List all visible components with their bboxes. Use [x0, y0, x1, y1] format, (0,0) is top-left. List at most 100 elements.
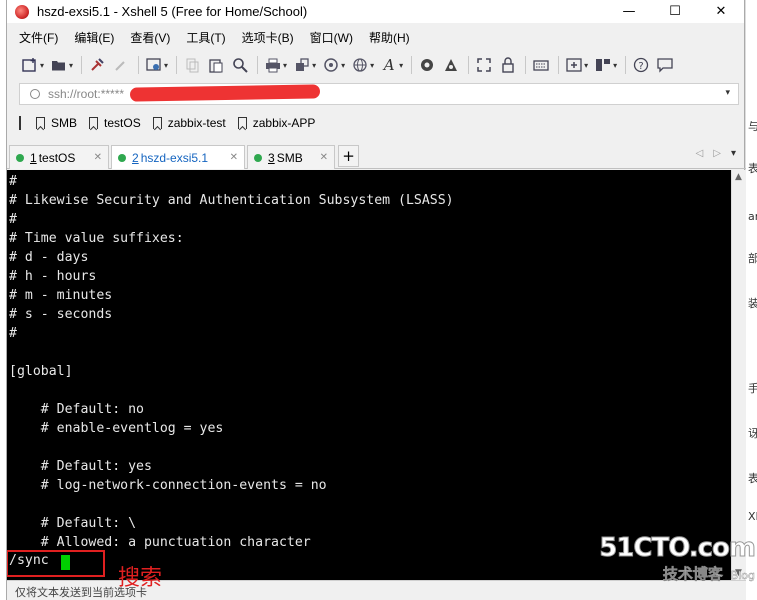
new-tab-dropdown-icon[interactable]: ▾ [584, 61, 588, 70]
menu-tab[interactable]: 选项卡(B) [242, 29, 294, 46]
globe-dropdown-icon[interactable]: ▾ [370, 61, 374, 70]
tab-hszd-exsi[interactable]: 2 hszd-exsi5.1 ✕ [111, 145, 245, 169]
connected-status-icon [118, 153, 126, 162]
tab-prev-icon[interactable]: ◁ [696, 148, 704, 159]
transfer-icon[interactable] [293, 56, 311, 74]
layout-icon[interactable] [594, 56, 612, 74]
title-bar[interactable]: hszd-exsi5.1 - Xshell 5 (Free for Home/S… [7, 0, 744, 23]
terminal-output: # # Likewise Security and Authentication … [9, 172, 454, 552]
paste-icon[interactable] [207, 56, 225, 74]
toolbar-divider [81, 56, 83, 74]
terminal-line: # d - days [9, 250, 89, 265]
terminal-line: [global] [9, 364, 73, 379]
terminal-line: # Default: no [9, 402, 144, 417]
menu-bar: 文件(F) 编辑(E) 查看(V) 工具(T) 选项卡(B) 窗口(W) 帮助(… [7, 23, 744, 51]
search-prompt: /sync [9, 553, 49, 568]
font-dropdown-icon[interactable]: ▾ [399, 61, 403, 70]
xshell-app-icon[interactable] [15, 4, 29, 19]
find-icon[interactable] [231, 56, 249, 74]
background-window-right: 与 表 ar 部 装 手 讶 表 XI [745, 0, 757, 600]
link-bar: SMB testOS zabbix-test zabbix-APP [19, 112, 327, 134]
terminal-cursor [61, 555, 70, 570]
watermark-main: 51CTO.com [599, 533, 757, 564]
new-session-dropdown-icon[interactable]: ▾ [40, 61, 44, 70]
menu-view[interactable]: 查看(V) [130, 29, 170, 46]
print-icon[interactable] [264, 56, 282, 74]
xmanager-icon[interactable] [442, 56, 460, 74]
tab-close-icon[interactable]: ✕ [230, 152, 238, 163]
bookmark-icon [36, 117, 45, 129]
bookmark-zabbix-app[interactable]: zabbix-APP [237, 116, 315, 130]
terminal-line: # h - hours [9, 269, 97, 284]
script-icon[interactable] [322, 56, 340, 74]
toolbar-divider [558, 56, 560, 74]
terminal-line: # [9, 326, 17, 341]
address-input[interactable]: ssh://root:***** [48, 87, 124, 101]
maximize-button[interactable]: ☐ [652, 0, 698, 23]
properties-dropdown-icon[interactable]: ▾ [164, 61, 168, 70]
window-title: hszd-exsi5.1 - Xshell 5 (Free for Home/S… [37, 4, 308, 19]
transfer-dropdown-icon[interactable]: ▾ [312, 61, 316, 70]
new-tab-icon[interactable] [565, 56, 583, 74]
menu-edit[interactable]: 编辑(E) [74, 29, 114, 46]
address-bar[interactable]: ssh://root:***** ▾ [19, 83, 739, 105]
keyboard-icon[interactable] [532, 56, 550, 74]
open-dropdown-icon[interactable]: ▾ [69, 61, 73, 70]
svg-text:?: ? [639, 61, 644, 72]
print-dropdown-icon[interactable]: ▾ [283, 61, 287, 70]
bookmark-testos[interactable]: testOS [89, 116, 141, 130]
bookmark-icon [152, 117, 162, 129]
fullscreen-icon[interactable] [475, 56, 493, 74]
toolbar: ▾ ▾ ▾ ▾ ▾ ▾ ▾ A ▾ ▾ ▾ ? [7, 51, 744, 79]
tab-next-icon[interactable]: ▷ [713, 148, 721, 159]
connected-status-icon [16, 153, 24, 162]
new-session-icon[interactable] [21, 56, 39, 74]
reconnect-icon[interactable] [88, 56, 106, 74]
minimize-button[interactable]: — [606, 0, 652, 23]
vertical-scrollbar[interactable]: ▲ ▼ [731, 170, 746, 580]
menu-window[interactable]: 窗口(W) [310, 29, 353, 46]
xftp-icon[interactable] [418, 56, 436, 74]
tab-testos[interactable]: 1 testOS ✕ [9, 145, 109, 169]
tab-close-icon[interactable]: ✕ [94, 152, 102, 163]
bookmark-icon [89, 117, 99, 129]
script-dropdown-icon[interactable]: ▾ [341, 61, 345, 70]
add-tab-button[interactable]: + [338, 145, 359, 167]
watermark: 51CTO.com 技术博客 Blog [599, 533, 757, 584]
open-folder-icon[interactable] [50, 56, 68, 74]
bookmark-smb[interactable]: SMB [36, 116, 77, 130]
menu-help[interactable]: 帮助(H) [369, 29, 410, 46]
layout-dropdown-icon[interactable]: ▾ [613, 61, 617, 70]
terminal-view[interactable]: # # Likewise Security and Authentication … [7, 170, 731, 580]
tab-label: hszd-exsi5.1 [140, 150, 209, 165]
terminal-line: # enable-eventlog = yes [9, 421, 224, 436]
link-bar-grip-icon[interactable] [19, 116, 22, 130]
globe-icon[interactable] [351, 56, 369, 74]
tab-close-icon[interactable]: ✕ [320, 152, 328, 163]
scroll-up-icon[interactable]: ▲ [735, 172, 742, 182]
bookmark-zabbix-test[interactable]: zabbix-test [152, 116, 226, 130]
tab-label: testOS [38, 150, 76, 165]
tab-smb[interactable]: 3 SMB ✕ [247, 145, 335, 169]
terminal-line: # m - minutes [9, 288, 113, 303]
terminal-line: # Default: \ [9, 516, 137, 531]
chat-icon[interactable] [656, 56, 674, 74]
lock-icon[interactable] [499, 56, 517, 74]
terminal-line: # [9, 174, 17, 189]
font-icon[interactable]: A [380, 56, 398, 74]
menu-tools[interactable]: 工具(T) [186, 29, 225, 46]
address-dropdown-icon[interactable]: ▾ [725, 88, 730, 98]
redaction-mark [129, 84, 321, 102]
annotation-label: 搜索 [118, 566, 163, 591]
properties-icon[interactable] [145, 56, 163, 74]
help-icon[interactable]: ? [632, 56, 650, 74]
close-button[interactable]: ✕ [698, 0, 744, 23]
terminal-line: # s - seconds [9, 307, 113, 322]
connection-icon [30, 89, 40, 99]
terminal-line: # Default: yes [9, 459, 152, 474]
bookmark-label: zabbix-test [167, 116, 226, 130]
menu-file[interactable]: 文件(F) [19, 29, 58, 46]
tab-list-icon[interactable]: ▾ [731, 148, 736, 159]
